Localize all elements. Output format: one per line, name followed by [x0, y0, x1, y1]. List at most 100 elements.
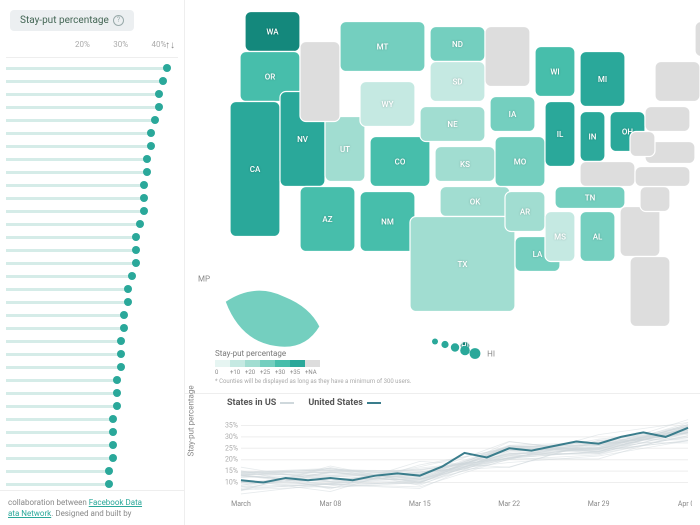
dotplot-row[interactable] — [6, 140, 178, 153]
dotplot-row[interactable] — [6, 88, 178, 101]
map-legend: Stay-put percentage 0+10+20+25+30+35+NA … — [215, 349, 411, 385]
svg-text:10%: 10% — [225, 479, 238, 487]
state-HI[interactable] — [432, 339, 438, 345]
footer-attribution: collaboration between Facebook Data ata … — [0, 490, 184, 525]
dotplot-row[interactable] — [6, 114, 178, 127]
dotplot-row[interactable] — [6, 231, 178, 244]
dotplot-row[interactable] — [6, 166, 178, 179]
state-TN[interactable] — [555, 187, 625, 209]
dotplot-row[interactable] — [6, 465, 178, 478]
dotplot-row[interactable] — [6, 283, 178, 296]
state-WI[interactable] — [535, 47, 575, 97]
svg-text:Mar 15: Mar 15 — [409, 500, 431, 508]
dotplot-row[interactable] — [6, 153, 178, 166]
state-WV[interactable] — [630, 132, 655, 157]
dotplot-row[interactable] — [6, 348, 178, 361]
state-CA[interactable] — [230, 102, 280, 237]
state-IN[interactable] — [580, 112, 605, 162]
svg-text:35%: 35% — [225, 421, 238, 429]
state-CO[interactable] — [370, 137, 430, 187]
state-WA[interactable] — [245, 12, 300, 52]
state-PA[interactable] — [645, 107, 690, 132]
dotplot-row[interactable] — [6, 101, 178, 114]
svg-text:Mar 08: Mar 08 — [319, 500, 341, 508]
footer-link-1[interactable]: Facebook Data — [89, 498, 142, 507]
svg-text:Mar 29: Mar 29 — [588, 500, 610, 508]
state-HI[interactable] — [441, 341, 448, 348]
svg-text:25%: 25% — [225, 444, 238, 452]
dotplot-row[interactable] — [6, 452, 178, 465]
dotplot-row[interactable] — [6, 439, 178, 452]
state-AR[interactable] — [505, 192, 545, 232]
dotplot-row[interactable] — [6, 257, 178, 270]
dotplot-row[interactable] — [6, 270, 178, 283]
dotplot-row[interactable] — [6, 218, 178, 231]
state-NC[interactable] — [635, 167, 690, 187]
timeseries-chart[interactable]: States in US United States Stay-put perc… — [185, 393, 700, 525]
dotplot-row[interactable] — [6, 62, 178, 75]
right-panel: WAORCANVAZUTMTWYCONMNDSDNEKSOKTXIAMOARLA… — [185, 0, 700, 525]
territory-label-mp: MP — [198, 275, 210, 284]
state-FL[interactable] — [630, 257, 670, 327]
state-AL[interactable] — [580, 212, 615, 262]
state-WY[interactable] — [360, 82, 415, 127]
dotplot-row[interactable] — [6, 374, 178, 387]
dotplot-row[interactable] — [6, 413, 178, 426]
state-HI[interactable] — [470, 348, 481, 359]
state-TX[interactable] — [410, 217, 515, 312]
dotplot-row[interactable] — [6, 127, 178, 140]
left-panel: Stay-put percentage ? 20% 30% 40% ↑↓ col… — [0, 0, 185, 525]
state-MI[interactable] — [580, 52, 625, 107]
state-AK[interactable] — [225, 290, 320, 347]
dotplot-row[interactable] — [6, 387, 178, 400]
choropleth-map[interactable]: WAORCANVAZUTMTWYCONMNDSDNEKSOKTXIAMOARLA… — [185, 0, 700, 393]
state-NY[interactable] — [655, 62, 700, 102]
sort-icon[interactable]: ↑↓ — [165, 40, 175, 51]
help-icon[interactable]: ? — [113, 15, 124, 26]
state-KY[interactable] — [580, 162, 635, 187]
state-SD[interactable] — [430, 62, 485, 102]
dotplot-row[interactable] — [6, 478, 178, 490]
state-ID[interactable] — [300, 42, 340, 122]
dotplot-row[interactable] — [6, 192, 178, 205]
dotplot-row[interactable] — [6, 322, 178, 335]
territory-label-hi: HI — [487, 350, 495, 359]
dotplot-row[interactable] — [6, 75, 178, 88]
svg-text:30%: 30% — [225, 433, 238, 441]
dotplot-row[interactable] — [6, 296, 178, 309]
state-HI[interactable] — [451, 343, 459, 351]
dotplot-row[interactable] — [6, 309, 178, 322]
state-IL[interactable] — [545, 102, 575, 167]
dotplot-row[interactable] — [6, 179, 178, 192]
state-MT[interactable] — [340, 22, 425, 72]
dotplot-row[interactable] — [6, 205, 178, 218]
dotplot-axis: 20% 30% 40% ↑↓ — [6, 40, 178, 58]
footer-link-2[interactable]: ata Network — [8, 509, 51, 518]
state-ME[interactable] — [695, 22, 700, 57]
state-ND[interactable] — [430, 27, 485, 62]
state-MS[interactable] — [545, 212, 575, 262]
state-IA[interactable] — [490, 97, 535, 132]
state-HI[interactable] — [460, 346, 470, 356]
state-KS[interactable] — [435, 147, 495, 182]
state-NE[interactable] — [420, 107, 485, 142]
state-GA[interactable] — [620, 207, 660, 257]
state-UT[interactable] — [325, 117, 365, 182]
svg-text:March: March — [231, 500, 251, 508]
state-AZ[interactable] — [300, 187, 355, 252]
dotplot-row[interactable] — [6, 361, 178, 374]
dotplot-row[interactable] — [6, 335, 178, 348]
dotplot-row[interactable] — [6, 426, 178, 439]
state-OK[interactable] — [440, 187, 510, 217]
svg-text:15%: 15% — [225, 467, 238, 475]
svg-text:Apr 05: Apr 05 — [678, 500, 692, 508]
dotplot-row[interactable] — [6, 244, 178, 257]
dotplot-row[interactable] — [6, 400, 178, 413]
state-MN[interactable] — [485, 27, 530, 87]
state-MO[interactable] — [495, 137, 545, 187]
tab-stay-put[interactable]: Stay-put percentage ? — [10, 10, 134, 31]
dotplot[interactable] — [6, 62, 178, 490]
svg-text:20%: 20% — [225, 456, 238, 464]
state-NM[interactable] — [360, 192, 415, 252]
state-SC[interactable] — [640, 187, 670, 212]
